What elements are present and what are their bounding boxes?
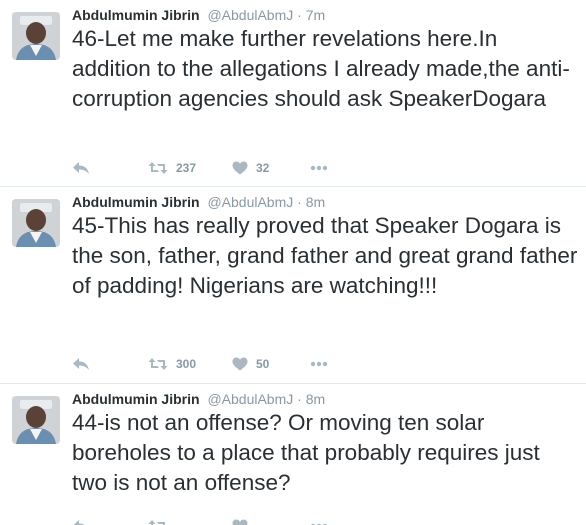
reply-icon [72, 161, 90, 175]
author-handle[interactable]: @AbdulAbmJ [207, 391, 293, 407]
retweet-icon [148, 357, 168, 371]
tweet-time[interactable]: 8m [306, 194, 325, 210]
retweet-icon [148, 519, 168, 525]
profile-photo [12, 396, 60, 444]
reply-button[interactable] [72, 352, 90, 376]
reply-icon [72, 357, 90, 371]
retweet-count: 300 [176, 357, 197, 371]
like-button[interactable]: 50 [232, 352, 269, 376]
retweet-button[interactable] [148, 514, 176, 525]
author-name[interactable]: Abdulmumin Jibrin [72, 391, 200, 407]
tweet-header: Abdulmumin Jibrin @AbdulAbmJ · 8m [72, 390, 325, 408]
author-handle[interactable]: @AbdulAbmJ [207, 194, 293, 210]
retweet-button[interactable]: 300 [148, 352, 196, 376]
like-button[interactable] [232, 514, 256, 525]
heart-icon [232, 161, 248, 175]
more-icon [310, 361, 328, 367]
tweet-actions: 237 32 [72, 156, 372, 180]
more-icon [310, 165, 328, 171]
tweet-header: Abdulmumin Jibrin @AbdulAbmJ · 7m [72, 6, 325, 24]
avatar[interactable] [12, 12, 60, 60]
separator-dot: · [297, 391, 302, 407]
like-count: 32 [256, 161, 270, 175]
author-name[interactable]: Abdulmumin Jibrin [72, 194, 200, 210]
tweet-text: 44-is not an offense? Or moving ten sola… [72, 410, 540, 495]
tweet[interactable]: Abdulmumin Jibrin @AbdulAbmJ · 7m 46-Let… [0, 0, 586, 186]
heart-icon [232, 519, 248, 525]
tweet-actions [72, 514, 372, 525]
reply-button[interactable] [72, 156, 90, 180]
profile-photo [12, 199, 60, 247]
tweet-text: 46-Let me make further revelations here.… [72, 26, 570, 111]
tweet-time[interactable]: 7m [306, 7, 325, 23]
separator-dot: · [297, 194, 302, 210]
like-button[interactable]: 32 [232, 156, 269, 180]
author-name[interactable]: Abdulmumin Jibrin [72, 7, 200, 23]
tweet-actions: 300 50 [72, 352, 372, 376]
avatar[interactable] [12, 396, 60, 444]
tweet-text: 45-This has really proved that Speaker D… [72, 213, 578, 298]
tweet-time[interactable]: 8m [306, 391, 325, 407]
more-button[interactable] [310, 514, 328, 525]
heart-icon [232, 357, 248, 371]
reply-button[interactable] [72, 514, 90, 525]
tweet-header: Abdulmumin Jibrin @AbdulAbmJ · 8m [72, 193, 325, 211]
more-button[interactable] [310, 352, 328, 376]
more-button[interactable] [310, 156, 328, 180]
retweet-icon [148, 161, 168, 175]
separator-dot: · [297, 7, 302, 23]
like-count: 50 [256, 357, 270, 371]
reply-icon [72, 519, 90, 525]
tweet[interactable]: Abdulmumin Jibrin @AbdulAbmJ · 8m 44-is … [0, 384, 586, 525]
tweet[interactable]: Abdulmumin Jibrin @AbdulAbmJ · 8m 45-Thi… [0, 187, 586, 383]
avatar[interactable] [12, 199, 60, 247]
tweet-feed: Abdulmumin Jibrin @AbdulAbmJ · 7m 46-Let… [0, 0, 586, 525]
retweet-count: 237 [176, 161, 197, 175]
retweet-button[interactable]: 237 [148, 156, 196, 180]
author-handle[interactable]: @AbdulAbmJ [207, 7, 293, 23]
profile-photo [12, 12, 60, 60]
